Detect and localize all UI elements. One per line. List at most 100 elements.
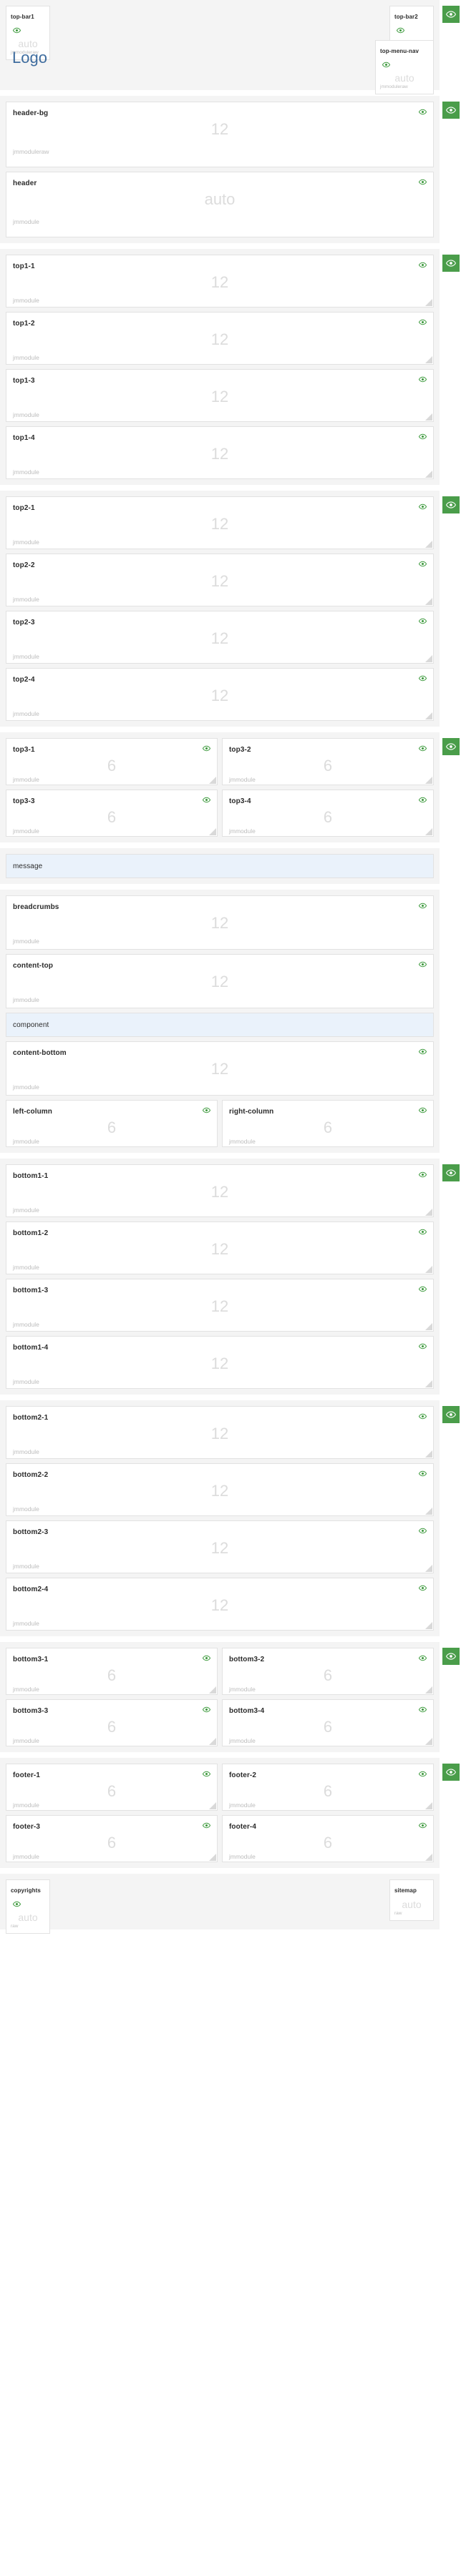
position-sitemap[interactable]: sitemap auto raw: [389, 1879, 434, 1921]
position-content-bottom[interactable]: content-bottom 12 jmmodule: [6, 1041, 434, 1096]
eye-icon[interactable]: [419, 560, 427, 568]
position-bottom1-1[interactable]: bottom1-112jmmodule: [6, 1164, 434, 1217]
eye-icon[interactable]: [419, 433, 427, 441]
eye-icon[interactable]: [419, 1822, 427, 1829]
eye-icon[interactable]: [13, 26, 21, 34]
position-bottom2-4[interactable]: bottom2-412jmmodule: [6, 1578, 434, 1631]
position-top2-3[interactable]: top2-312jmmodule: [6, 611, 434, 664]
position-top2-2[interactable]: top2-212jmmodule: [6, 554, 434, 606]
eye-icon[interactable]: [203, 744, 210, 752]
resize-handle[interactable]: [425, 1738, 432, 1745]
eye-icon[interactable]: [419, 1285, 427, 1293]
position-top1-2[interactable]: top1-212jmmodule: [6, 312, 434, 365]
position-breadcrumbs[interactable]: breadcrumbs 12 jmmodule: [6, 895, 434, 950]
toggle-bottom1[interactable]: [442, 1164, 460, 1181]
eye-icon[interactable]: [419, 902, 427, 910]
position-bottom1-3[interactable]: bottom1-312jmmodule: [6, 1279, 434, 1332]
position-right-column[interactable]: right-column 6 jmmodule: [222, 1100, 434, 1147]
resize-handle[interactable]: [425, 1854, 432, 1861]
resize-handle[interactable]: [425, 299, 432, 306]
eye-icon[interactable]: [419, 1048, 427, 1056]
resize-handle[interactable]: [425, 541, 432, 548]
resize-handle[interactable]: [209, 1738, 216, 1745]
resize-handle[interactable]: [425, 598, 432, 605]
resize-handle[interactable]: [425, 1565, 432, 1572]
resize-handle[interactable]: [425, 1508, 432, 1515]
eye-icon[interactable]: [419, 744, 427, 752]
toggle-top1[interactable]: [442, 255, 460, 272]
position-header-bg[interactable]: header-bg 12 jmmoduleraw: [6, 102, 434, 167]
eye-icon[interactable]: [397, 26, 404, 34]
toggle-header[interactable]: [442, 102, 460, 119]
resize-handle[interactable]: [209, 1854, 216, 1861]
eye-icon[interactable]: [419, 617, 427, 625]
position-bottom2-2[interactable]: bottom2-212jmmodule: [6, 1463, 434, 1516]
resize-handle[interactable]: [425, 1622, 432, 1629]
position-bottom1-2[interactable]: bottom1-212jmmodule: [6, 1221, 434, 1274]
position-header[interactable]: header auto jmmodule: [6, 172, 434, 237]
eye-icon[interactable]: [419, 674, 427, 682]
position-footer-3[interactable]: footer-36jmmodule: [6, 1815, 218, 1862]
eye-icon[interactable]: [419, 261, 427, 269]
toggle-top-bar[interactable]: [442, 6, 460, 23]
resize-handle[interactable]: [425, 356, 432, 363]
eye-icon[interactable]: [419, 1171, 427, 1179]
eye-icon[interactable]: [203, 1822, 210, 1829]
eye-icon[interactable]: [419, 375, 427, 383]
eye-icon[interactable]: [419, 1342, 427, 1350]
position-top1-4[interactable]: top1-412jmmodule: [6, 426, 434, 479]
eye-icon[interactable]: [203, 1770, 210, 1778]
resize-handle[interactable]: [425, 1266, 432, 1273]
position-top3-3[interactable]: top3-36jmmodule: [6, 790, 218, 837]
position-left-column[interactable]: left-column 6 jmmodule: [6, 1100, 218, 1147]
position-top2-4[interactable]: top2-412jmmodule: [6, 668, 434, 721]
toggle-bottom3[interactable]: [442, 1648, 460, 1665]
resize-handle[interactable]: [425, 828, 432, 835]
eye-icon[interactable]: [419, 108, 427, 116]
eye-icon[interactable]: [419, 318, 427, 326]
toggle-top3[interactable]: [442, 738, 460, 755]
position-top-menu-nav[interactable]: top-menu-nav auto jmmoduleraw: [375, 40, 434, 94]
resize-handle[interactable]: [209, 777, 216, 784]
eye-icon[interactable]: [419, 1654, 427, 1662]
position-footer-1[interactable]: footer-16jmmodule: [6, 1764, 218, 1811]
resize-handle[interactable]: [425, 1802, 432, 1809]
resize-handle[interactable]: [425, 1686, 432, 1693]
position-copyrights[interactable]: copyrights auto raw: [6, 1879, 50, 1934]
resize-handle[interactable]: [425, 1450, 432, 1457]
toggle-bottom2[interactable]: [442, 1406, 460, 1423]
eye-icon[interactable]: [419, 1412, 427, 1420]
toggle-footer[interactable]: [442, 1764, 460, 1781]
eye-icon[interactable]: [419, 960, 427, 968]
position-message[interactable]: message: [6, 854, 434, 878]
eye-icon[interactable]: [13, 1900, 21, 1908]
resize-handle[interactable]: [425, 1323, 432, 1330]
eye-icon[interactable]: [419, 1584, 427, 1592]
site-logo[interactable]: Logo: [12, 49, 47, 67]
eye-icon[interactable]: [419, 1770, 427, 1778]
position-top3-2[interactable]: top3-26jmmodule: [222, 738, 434, 785]
eye-icon[interactable]: [419, 796, 427, 804]
eye-icon[interactable]: [203, 796, 210, 804]
eye-icon[interactable]: [419, 1228, 427, 1236]
eye-icon[interactable]: [419, 1706, 427, 1714]
position-component[interactable]: component: [6, 1013, 434, 1037]
position-bottom3-2[interactable]: bottom3-26jmmodule: [222, 1648, 434, 1695]
position-footer-2[interactable]: footer-26jmmodule: [222, 1764, 434, 1811]
position-bottom2-3[interactable]: bottom2-312jmmodule: [6, 1520, 434, 1573]
position-top1-1[interactable]: top1-112jmmodule: [6, 255, 434, 308]
resize-handle[interactable]: [425, 1380, 432, 1387]
position-top3-1[interactable]: top3-16jmmodule: [6, 738, 218, 785]
eye-icon[interactable]: [203, 1654, 210, 1662]
position-footer-4[interactable]: footer-46jmmodule: [222, 1815, 434, 1862]
resize-handle[interactable]: [209, 1802, 216, 1809]
position-content-top[interactable]: content-top 12 jmmodule: [6, 954, 434, 1008]
position-top1-3[interactable]: top1-312jmmodule: [6, 369, 434, 422]
toggle-top2[interactable]: [442, 496, 460, 513]
eye-icon[interactable]: [419, 1470, 427, 1478]
position-top2-1[interactable]: top2-112jmmodule: [6, 496, 434, 549]
position-bottom1-4[interactable]: bottom1-412jmmodule: [6, 1336, 434, 1389]
resize-handle[interactable]: [209, 828, 216, 835]
resize-handle[interactable]: [425, 655, 432, 662]
eye-icon[interactable]: [419, 178, 427, 186]
